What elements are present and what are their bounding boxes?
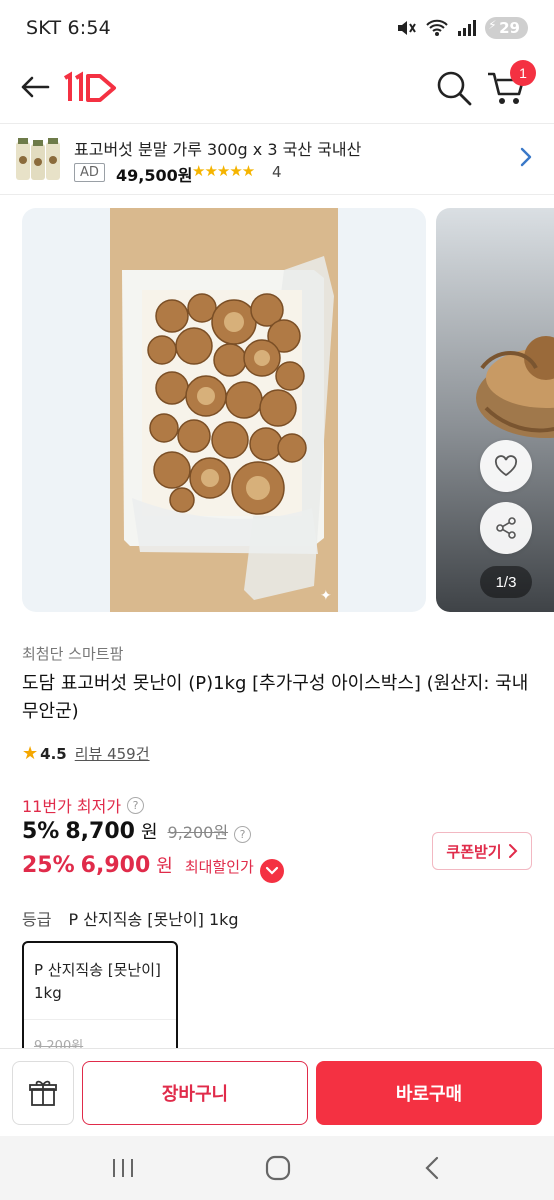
coupon-button[interactable]: 쿠폰받기: [432, 832, 532, 870]
recent-apps-icon[interactable]: [110, 1156, 136, 1180]
heart-icon: [494, 455, 518, 477]
mute-icon: [398, 21, 416, 35]
status-carrier-time: SKT 6:54: [26, 17, 111, 39]
review-count-link[interactable]: 리뷰 459건: [75, 743, 150, 764]
search-icon[interactable]: [434, 68, 474, 108]
add-to-cart-button[interactable]: 장바구니: [82, 1061, 308, 1125]
ad-tag: AD: [74, 163, 105, 182]
wishlist-button[interactable]: [480, 440, 532, 492]
max-discount-price: 6,900: [80, 853, 151, 878]
carousel-page-indicator: 1/3: [480, 566, 532, 598]
currency-unit: 원: [140, 822, 158, 843]
currency-unit: 원: [156, 856, 173, 877]
lowest-price-text: 11번가 최저가: [22, 797, 122, 816]
svg-text:✦: ✦: [320, 588, 332, 604]
ad-price: 49,500원: [116, 166, 193, 185]
grade-label: 등급: [22, 910, 52, 929]
share-button[interactable]: [480, 502, 532, 554]
product-image-carousel[interactable]: ✦: [0, 208, 554, 612]
original-price: 9,200원: [167, 823, 229, 842]
ad-title: 표고버섯 분말 가루 300g x 3 국산 국내산: [74, 140, 362, 159]
bottom-action-bar: 장바구니 바로구매: [0, 1048, 554, 1136]
back-arrow-icon[interactable]: [18, 70, 52, 104]
ad-banner[interactable]: 표고버섯 분말 가루 300g x 3 국산 국내산 AD 49,500원 ★★…: [0, 123, 554, 195]
price-row-base: 5% 8,700 원 9,200원 ?: [22, 818, 252, 844]
sale-price: 8,700: [65, 819, 135, 844]
option-card-divider: [24, 1019, 176, 1020]
ad-product-thumbnail: [16, 138, 60, 180]
wifi-icon: [426, 19, 448, 36]
cart-count-badge: 1: [510, 60, 536, 86]
eleven-street-logo[interactable]: [62, 68, 118, 108]
signal-icon: [458, 20, 477, 36]
coupon-button-label: 쿠폰받기: [446, 842, 502, 861]
grade-value: P 산지직송 [못난이] 1kg: [68, 910, 239, 929]
chevron-right-icon: [508, 844, 518, 858]
option-card-selected[interactable]: P 산지직송 [못난이] 1kg 9,200원: [22, 941, 178, 1061]
rating-row[interactable]: ★ 4.5 리뷰 459건: [22, 743, 150, 764]
system-nav-bar: [0, 1136, 554, 1200]
max-discount-rate: 25%: [22, 853, 75, 878]
max-discount-label: 최대할인가: [184, 858, 254, 876]
status-icons: 29: [395, 17, 528, 39]
star-icon: ★: [22, 743, 39, 764]
status-bar: SKT 6:54 29: [0, 0, 554, 56]
mushroom-box-photo: ✦: [110, 208, 338, 612]
gift-button[interactable]: [12, 1061, 74, 1125]
gift-icon: [29, 1080, 57, 1106]
product-image-main[interactable]: ✦: [22, 208, 426, 612]
chevron-down-icon[interactable]: [259, 859, 284, 883]
home-icon[interactable]: [264, 1154, 292, 1182]
discount-rate: 5%: [22, 819, 60, 844]
ad-review-count: 4: [272, 163, 282, 181]
option-card-name: P 산지직송 [못난이] 1kg: [34, 961, 161, 1002]
ad-rating-stars: ★★★★★: [192, 162, 255, 180]
battery-icon: 29: [485, 17, 528, 39]
share-icon: [496, 517, 516, 539]
buy-now-button[interactable]: 바로구매: [316, 1061, 542, 1125]
lowest-price-label: 11번가 최저가 ?: [22, 793, 145, 817]
rating-score: 4.5: [40, 744, 67, 763]
system-back-icon[interactable]: [420, 1154, 444, 1182]
product-title: 도담 표고버섯 못난이 (P)1kg [추가구성 아이스박스] (원산지: 국내…: [22, 673, 529, 722]
app-header: [0, 56, 554, 122]
seller-name[interactable]: 최첨단 스마트팜: [22, 643, 123, 664]
chevron-right-icon[interactable]: [518, 146, 534, 168]
grade-row: 등급 P 산지직송 [못난이] 1kg: [22, 906, 239, 930]
info-icon[interactable]: ?: [127, 796, 145, 814]
price-row-max: 25% 6,900 원 최대할인가: [22, 852, 284, 883]
info-icon[interactable]: ?: [234, 826, 252, 843]
